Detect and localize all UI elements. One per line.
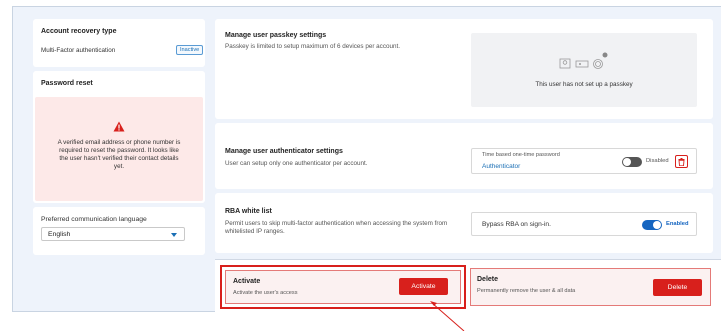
authenticator-method-row: Time based one-time password Authenticat… — [471, 148, 697, 174]
warning-icon — [113, 121, 125, 132]
passkey-devices-icon — [559, 52, 608, 69]
passkey-empty-text: This user has not set up a passkey — [535, 81, 633, 88]
rba-option-label: Bypass RBA on sign-in. — [482, 221, 551, 228]
activate-inner: Activate Activate the user's access Acti… — [225, 270, 461, 304]
activate-button[interactable]: Activate — [399, 278, 448, 295]
passkey-title: Manage user passkey settings — [225, 32, 327, 39]
language-card: Preferred communication language English — [33, 207, 205, 255]
authenticator-method-label: Time based one-time password — [482, 152, 560, 158]
authenticator-title: Manage user authenticator settings — [225, 148, 343, 155]
authenticator-link[interactable]: Authenticator — [482, 163, 520, 170]
language-select-value: English — [48, 231, 71, 238]
authenticator-toggle[interactable] — [622, 157, 642, 167]
activate-description: Activate the user's access — [233, 290, 298, 296]
account-recovery-card: Account recovery type Multi-Factor authe… — [33, 19, 205, 67]
account-recovery-title: Account recovery type — [41, 28, 117, 35]
rba-toggle[interactable] — [642, 220, 662, 230]
rba-description: Permit users to skip multi-factor authen… — [225, 220, 448, 235]
authenticator-description: User can setup only one authenticator pe… — [225, 160, 368, 167]
activate-panel: Activate Activate the user's access Acti… — [220, 265, 466, 309]
toggle-knob — [623, 158, 631, 166]
rba-card: RBA white list Permit users to skip mult… — [215, 193, 713, 253]
passkey-description: Passkey is limited to setup maximum of 6… — [225, 43, 400, 50]
user-settings-panel: Account recovery type Multi-Factor authe… — [12, 6, 721, 313]
authenticator-card: Manage user authenticator settings User … — [215, 123, 713, 189]
password-reset-card: Password reset A verified email address … — [33, 71, 205, 203]
recovery-status-badge: Inactive — [176, 45, 204, 55]
chevron-down-icon — [171, 233, 177, 237]
delete-authenticator-button[interactable] — [675, 155, 688, 168]
rba-state: Enabled — [666, 221, 689, 227]
language-select[interactable]: English — [41, 227, 185, 241]
delete-panel: Delete Permanently remove the user & all… — [470, 268, 711, 306]
recovery-method-label: Multi-Factor authentication — [41, 47, 116, 54]
activate-title: Activate — [233, 278, 261, 285]
trash-icon — [678, 158, 685, 166]
delete-button[interactable]: Delete — [653, 279, 702, 296]
delete-description: Permanently remove the user & all data — [477, 288, 576, 294]
toggle-knob — [653, 221, 661, 229]
authenticator-state: Disabled — [646, 158, 669, 164]
rba-title: RBA white list — [225, 208, 272, 215]
passkey-empty-state: This user has not set up a passkey — [471, 33, 697, 107]
password-reset-title: Password reset — [41, 80, 93, 87]
rba-option-row: Bypass RBA on sign-in. Enabled — [471, 212, 697, 236]
password-reset-warning-text: A verified email address or phone number… — [57, 139, 181, 170]
passkey-card: Manage user passkey settings Passkey is … — [215, 19, 713, 119]
password-reset-warning-box: A verified email address or phone number… — [35, 97, 203, 201]
language-label: Preferred communication language — [41, 216, 147, 223]
delete-title: Delete — [477, 276, 499, 283]
